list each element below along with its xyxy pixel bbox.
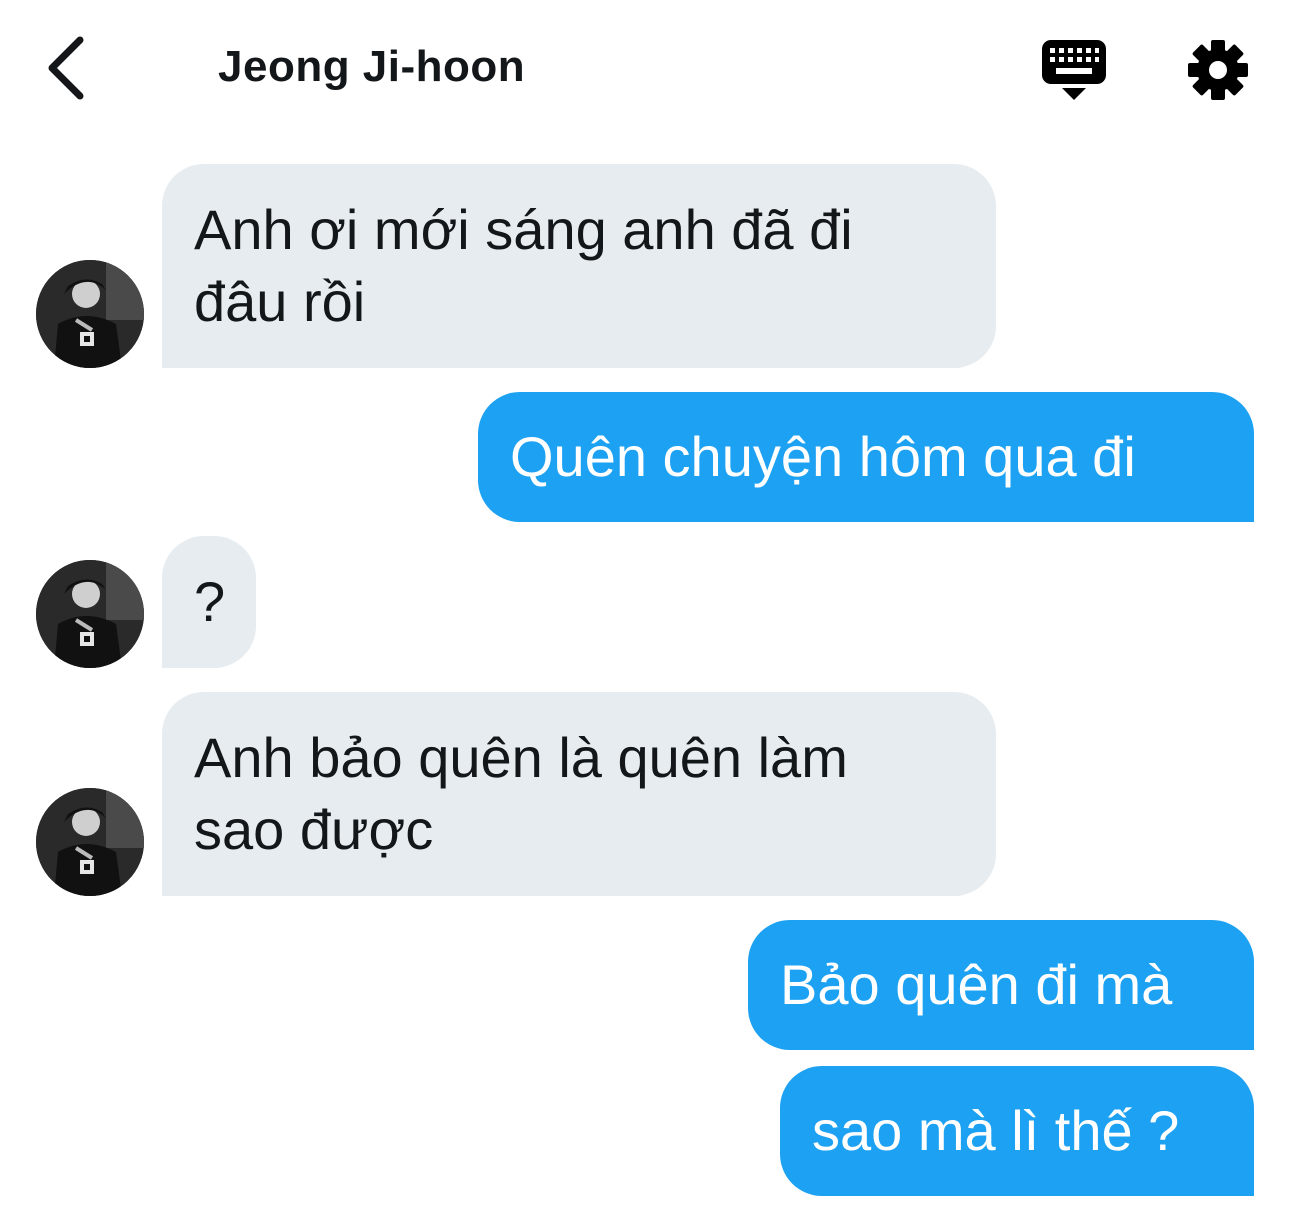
avatar-photo: [36, 260, 144, 368]
message-bubble-incoming[interactable]: Anh ơi mới sáng anh đã đi đâu rồi: [162, 164, 996, 368]
chevron-left-icon: [48, 36, 84, 100]
message-line: đâu rồi: [194, 270, 366, 333]
keyboard-icon: [1042, 40, 1106, 100]
message-bubble-incoming[interactable]: ?: [162, 536, 256, 668]
message-bubble-outgoing[interactable]: Bảo quên đi mà: [748, 920, 1254, 1050]
message-bubble-outgoing[interactable]: sao mà lì thế ?: [780, 1066, 1254, 1196]
message-line: sao được: [194, 798, 434, 861]
message-bubble-outgoing[interactable]: Quên chuyện hôm qua đi: [478, 392, 1254, 522]
keyboard-button[interactable]: [1040, 38, 1108, 104]
avatar[interactable]: [36, 560, 144, 668]
avatar-photo: [36, 788, 144, 896]
message-line: Bảo quên đi mà: [780, 953, 1173, 1016]
avatar[interactable]: [36, 260, 144, 368]
message-bubble-incoming[interactable]: Anh bảo quên là quên làm sao được: [162, 692, 996, 896]
conversation-header: Jeong Ji-hoon: [0, 0, 1290, 140]
back-button[interactable]: [40, 34, 100, 104]
settings-button[interactable]: [1186, 38, 1250, 102]
message-line: Anh ơi mới sáng anh đã đi: [194, 198, 853, 261]
avatar-photo: [36, 560, 144, 668]
message-line: sao mà lì thế ?: [812, 1099, 1180, 1162]
gear-icon: [1188, 40, 1248, 100]
message-line: Anh bảo quên là quên làm: [194, 726, 848, 789]
message-line: ?: [194, 570, 226, 633]
message-line: Quên chuyện hôm qua đi: [510, 425, 1136, 488]
conversation-title: Jeong Ji-hoon: [218, 42, 526, 91]
avatar[interactable]: [36, 788, 144, 896]
